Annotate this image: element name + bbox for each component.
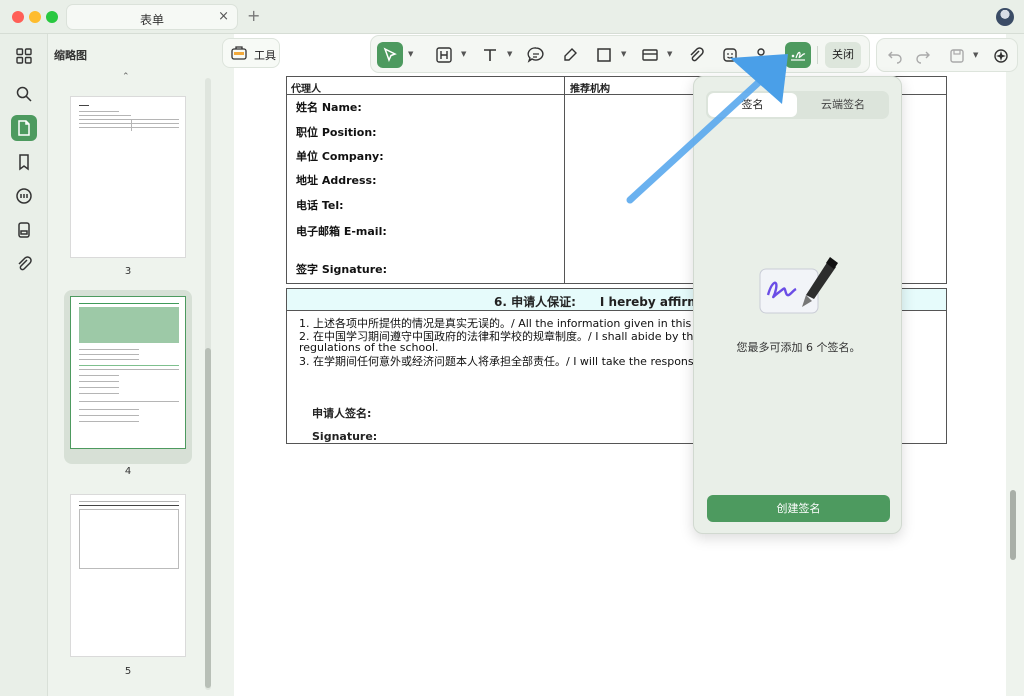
minimize-window-button[interactable] (29, 11, 41, 23)
toolbar-divider (817, 46, 818, 64)
attachment-tool-button[interactable] (683, 42, 709, 68)
form-column-divider (564, 77, 565, 283)
chevron-down-icon[interactable]: ▼ (507, 50, 512, 58)
chevron-down-icon[interactable]: ▼ (408, 50, 413, 58)
tab-signature[interactable]: 签名 (708, 93, 797, 117)
shape-icon (597, 48, 611, 62)
ai-icon (994, 49, 1008, 63)
document-tab[interactable]: 表单 × (66, 4, 238, 30)
document-tab-title: 表单 (139, 13, 164, 27)
agent-header: 代理人 (291, 84, 321, 95)
maximize-window-button[interactable] (46, 11, 58, 23)
search-icon[interactable] (12, 82, 36, 106)
page-thumbnail-5-label: 5 (124, 666, 132, 677)
address-field-label: 地址 Address: (296, 174, 377, 187)
signature-illustration-icon (759, 257, 838, 314)
applicant-signature-cn-label: 申请人签名: (312, 407, 372, 420)
sticker-icon (723, 48, 737, 62)
grid-icon[interactable] (12, 44, 36, 68)
history-toolbar: ▼ (876, 38, 1018, 72)
left-rail (0, 34, 48, 696)
select-icon (383, 47, 397, 63)
section6-title: 6. 申请人保证: I hereby affirm (494, 295, 700, 309)
undo-icon (888, 51, 902, 64)
affirmation-line-3: 3. 在学期间任何意外或经济问题本人将承担全部责任。/ I will take … (299, 355, 721, 368)
redo-icon (916, 51, 930, 64)
thumbnail-icon[interactable] (11, 115, 37, 141)
shape-tool-button[interactable] (591, 42, 617, 68)
comment-tool-button[interactable] (523, 42, 549, 68)
text-box-icon (436, 47, 452, 63)
email-field-label: 电子邮箱 E-mail: (296, 225, 387, 238)
company-field-label: 单位 Company: (296, 150, 384, 163)
form-icon[interactable] (12, 218, 36, 242)
applicant-signature-en-label: Signature: (312, 430, 378, 443)
tel-field-label: 电话 Tel: (296, 199, 344, 212)
bookmark-icon[interactable] (12, 150, 36, 174)
signature-popover: 签名 云端签名 您最多可添加 6 个签名。 创建签名 (693, 76, 902, 534)
toolbox-icon (231, 46, 247, 60)
pen-tool-button[interactable] (751, 42, 771, 68)
chevron-up-icon[interactable]: ⌃ (122, 72, 130, 82)
thumbnail-scrollbar-knob[interactable] (205, 348, 211, 688)
comment-icon[interactable] (12, 184, 36, 208)
tools-button[interactable]: 工具 (222, 38, 280, 68)
pen-icon (756, 48, 766, 61)
avatar[interactable] (996, 8, 1014, 26)
thumbnail-panel-title: 缩略图 (54, 49, 87, 62)
text-tool-button[interactable] (477, 42, 503, 68)
close-window-button[interactable] (12, 11, 24, 23)
select-tool-button[interactable] (377, 42, 403, 68)
close-tab-icon[interactable]: × (218, 9, 229, 24)
position-field-label: 职位 Position: (296, 126, 377, 139)
undo-button[interactable] (883, 43, 907, 69)
chevron-down-icon[interactable]: ▼ (667, 50, 672, 58)
page-thumbnail-4-label: 4 (124, 466, 132, 477)
close-toolbar-button[interactable]: 关闭 (825, 42, 861, 68)
stamp-tool-button[interactable] (637, 42, 663, 68)
signature-icon (791, 51, 806, 61)
name-field-label: 姓名 Name: (296, 101, 362, 114)
thumbnail-scrollbar[interactable] (205, 78, 211, 690)
text-box-tool-button[interactable] (431, 42, 457, 68)
attachment-icon (690, 47, 704, 62)
save-icon (950, 49, 964, 63)
add-tab-icon[interactable]: + (247, 6, 260, 25)
highlight-tool-button[interactable] (557, 42, 583, 68)
signature-limit-message: 您最多可添加 6 个签名。 (736, 341, 861, 354)
chevron-down-icon[interactable]: ▼ (621, 50, 626, 58)
chevron-down-icon[interactable]: ▼ (973, 51, 978, 59)
tab-cloud-signature[interactable]: 云端签名 (799, 93, 887, 117)
create-signature-button[interactable]: 创建签名 (707, 495, 890, 522)
page-thumbnail-5[interactable] (70, 494, 186, 657)
title-bar: 表单 × + (0, 0, 1024, 34)
comment-icon (527, 47, 544, 63)
document-scrollbar[interactable] (1010, 490, 1016, 560)
stamp-icon (642, 49, 658, 61)
chevron-down-icon[interactable]: ▼ (461, 50, 466, 58)
page-thumbnail-3-label: 3 (124, 266, 132, 277)
text-icon (484, 49, 496, 61)
tools-button-label: 工具 (254, 49, 276, 62)
signature-segmented-control: 签名 云端签名 (706, 91, 889, 119)
highlight-icon (564, 48, 577, 61)
attachment-icon[interactable] (12, 252, 36, 276)
thumbnail-panel: 缩略图 ⌃ 3 4 5 (48, 34, 216, 696)
annotation-toolbar: ▼ ▼ ▼ ▼ ▼ 关闭 (370, 35, 870, 73)
redo-button[interactable] (911, 43, 935, 69)
page-thumbnail-3[interactable] (70, 96, 186, 258)
signature-tool-button[interactable] (785, 42, 811, 68)
sticker-tool-button[interactable] (717, 42, 743, 68)
save-button[interactable] (945, 43, 969, 69)
page-thumbnail-4[interactable] (70, 296, 186, 449)
recommending-org-header: 推荐机构 (570, 84, 610, 95)
ai-assistant-button[interactable] (989, 43, 1013, 69)
signature-field-label: 签字 Signature: (296, 263, 388, 276)
